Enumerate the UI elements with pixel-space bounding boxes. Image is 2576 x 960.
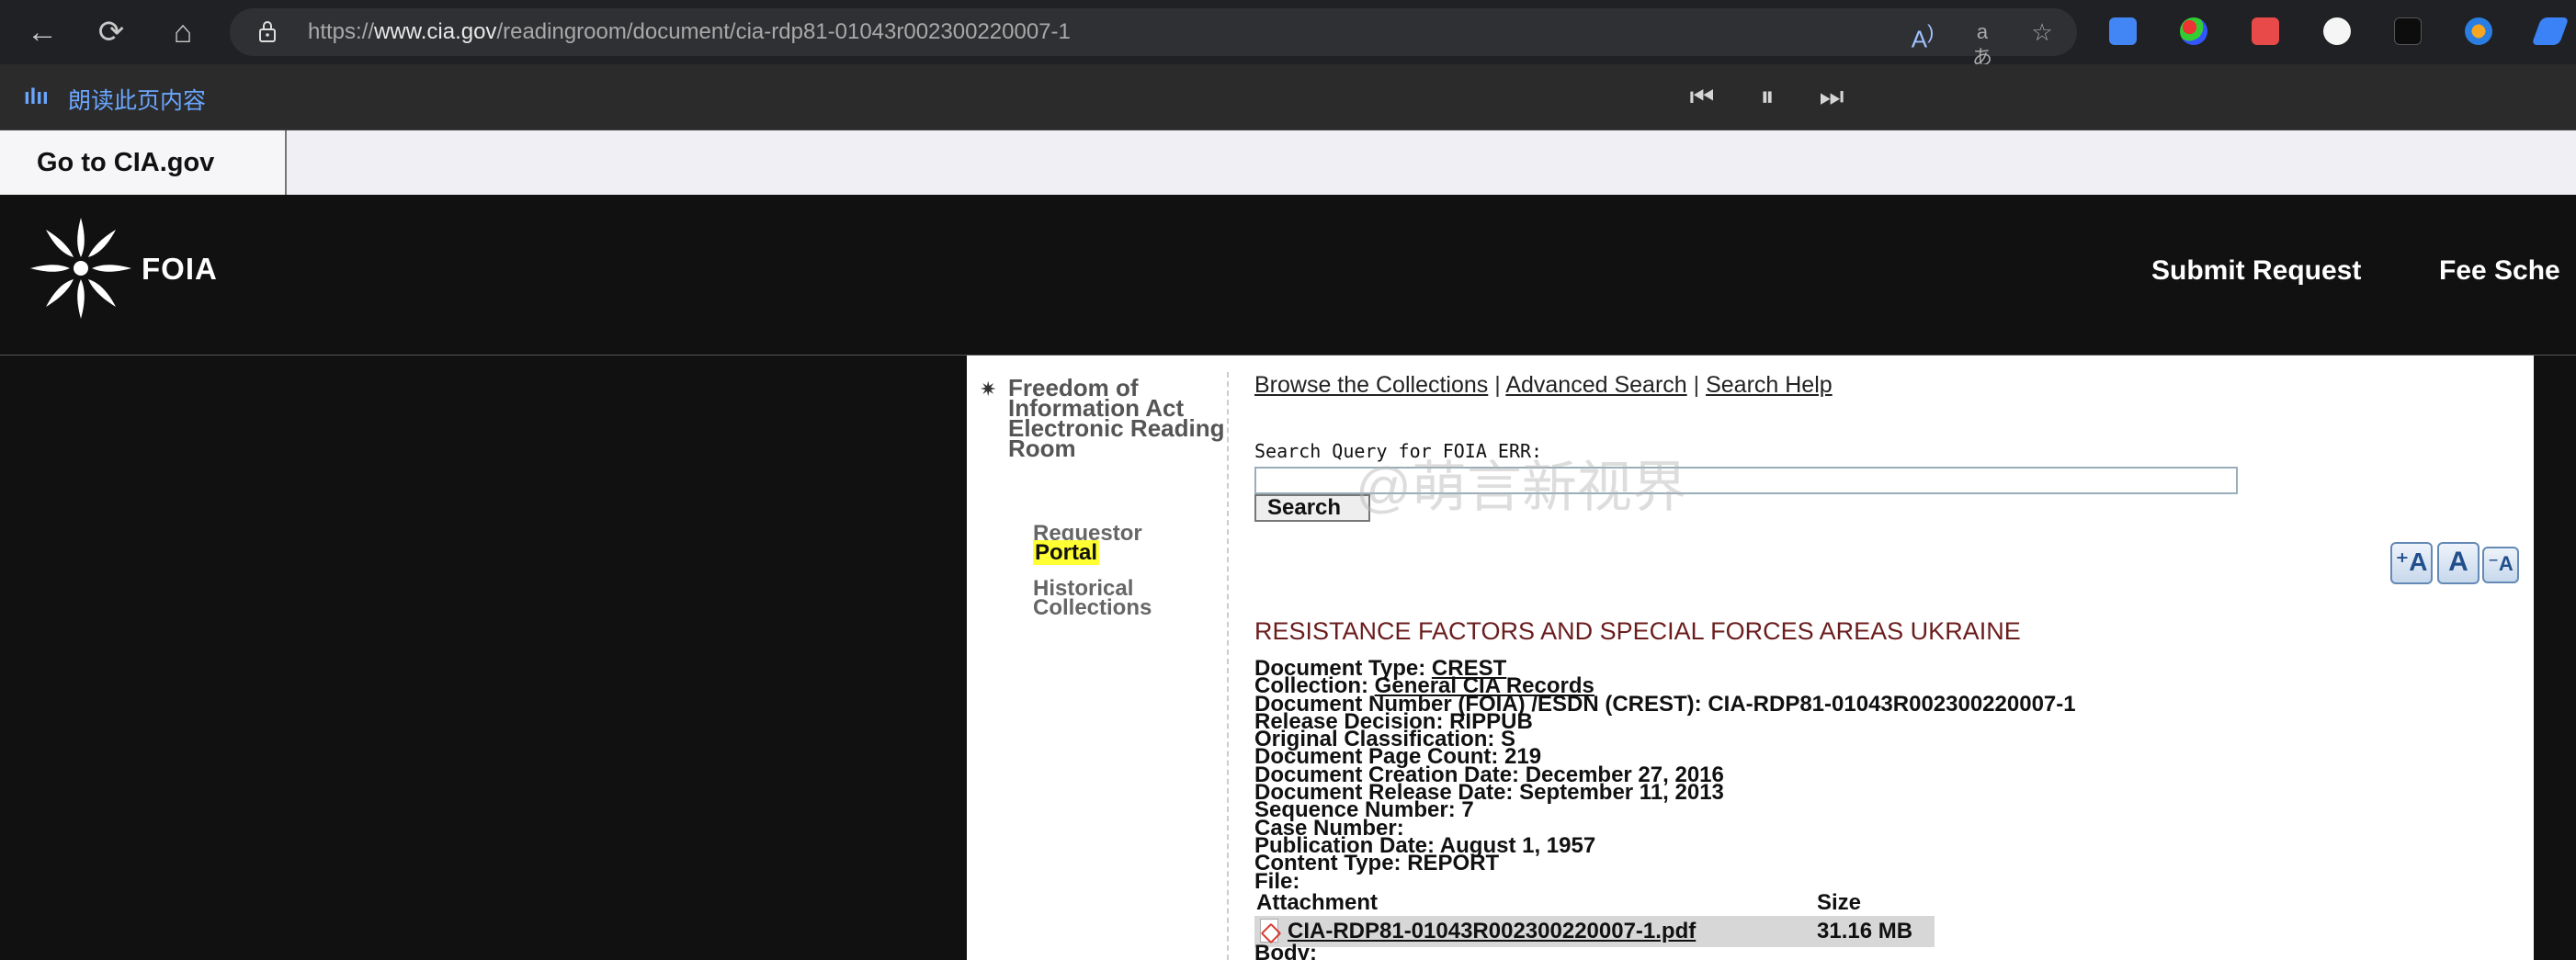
color-extension-icon[interactable] xyxy=(2180,17,2207,45)
watermark-text: @萌言新视界 xyxy=(1356,457,1687,518)
cia-starburst-logo-icon[interactable] xyxy=(26,213,136,323)
star-icon: ✷ xyxy=(980,378,997,401)
main-content: Browse the Collections | Advanced Search… xyxy=(1254,356,2532,960)
home-icon[interactable]: ⌂ xyxy=(164,13,202,51)
browser-toolbar: ← ⟳ ⌂ https://www.cia.gov/readingroom/do… xyxy=(0,0,2576,69)
document-title: RESISTANCE FACTORS AND SPECIAL FORCES AR… xyxy=(1254,617,2021,645)
normal-font-icon[interactable]: A xyxy=(2437,542,2480,584)
body-label: Body: xyxy=(1254,941,1317,960)
pause-icon[interactable]: ⏸ xyxy=(1748,81,1787,114)
reading-room-panel: ✷ Freedom of Information Act Electronic … xyxy=(967,356,2534,960)
read-aloud-toolbar-icon[interactable]: A) xyxy=(1907,19,1938,52)
portal-text: Portal xyxy=(1033,540,1100,565)
search-links: Browse the Collections | Advanced Search… xyxy=(1254,372,1833,399)
go-to-cia-link[interactable]: Go to CIA.gov xyxy=(0,130,287,195)
previous-track-icon[interactable]: ⏮ xyxy=(1683,81,1721,114)
search-help-link[interactable]: Search Help xyxy=(1706,372,1833,398)
search-button[interactable]: Search xyxy=(1254,494,1370,522)
link-separator: | xyxy=(1494,372,1501,398)
url-prefix: https:// xyxy=(308,19,375,44)
page-background: ✷ Freedom of Information Act Electronic … xyxy=(0,356,2576,960)
translate-icon[interactable]: aあ xyxy=(1967,19,1998,69)
attachment-link[interactable]: CIA-RDP81-01043R002300220007-1.pdf xyxy=(1288,919,1696,944)
google-translate-extension-icon[interactable] xyxy=(2109,17,2137,45)
cia-gov-bar: Go to CIA.gov xyxy=(0,130,2576,195)
play-extension-icon[interactable] xyxy=(2323,17,2351,45)
increase-font-icon[interactable]: ⁺A xyxy=(2390,542,2433,584)
requestor-portal-link[interactable]: Requestor Portal xyxy=(1033,523,1217,565)
historical-collections-link[interactable]: Historical Collections xyxy=(1033,578,1217,619)
browser-window: ← ⟳ ⌂ https://www.cia.gov/readingroom/do… xyxy=(0,0,2576,960)
sidebar: ✷ Freedom of Information Act Electronic … xyxy=(967,356,1230,960)
attachment-table: Attachment Size CIA-RDP81-01043R00230022… xyxy=(1254,890,1935,947)
document-metadata: Document Type: CREST Collection: General… xyxy=(1254,658,2357,893)
reload-icon[interactable]: ⟳ xyxy=(92,13,131,51)
browse-collections-link[interactable]: Browse the Collections xyxy=(1254,372,1488,398)
pdf-file-icon xyxy=(1260,919,1278,943)
read-aloud-bar: ılıı 朗读此页内容 ⏮ ⏸ ⏭ xyxy=(0,64,2576,130)
url-path: /readingroom/document/cia-rdp81-01043r00… xyxy=(496,19,1071,44)
foia-logo-text[interactable]: FOIA xyxy=(142,252,218,287)
hd-extension-icon[interactable] xyxy=(2394,17,2422,45)
sidebar-title[interactable]: Freedom of Information Act Electronic Re… xyxy=(1008,376,1229,460)
fee-schedule-link[interactable]: Fee Sche xyxy=(2439,255,2560,287)
foia-header: FOIA Submit Request Fee Sche xyxy=(0,195,2576,356)
pen-extension-icon[interactable] xyxy=(2531,17,2570,45)
next-track-icon[interactable]: ⏭ xyxy=(1812,81,1851,114)
attachment-column-header: Attachment xyxy=(1256,890,1379,915)
url-domain: www.cia.gov xyxy=(374,19,497,44)
sidebar-divider xyxy=(1227,372,1229,960)
advanced-search-link[interactable]: Advanced Search xyxy=(1505,372,1686,398)
favorite-star-icon[interactable]: ☆ xyxy=(2026,19,2058,45)
sync-extension-icon[interactable] xyxy=(2465,17,2492,45)
link-separator: | xyxy=(1693,372,1700,398)
submit-request-link[interactable]: Submit Request xyxy=(2151,255,2361,287)
read-aloud-label: 朗读此页内容 xyxy=(68,88,207,114)
sequence-number: Sequence Number: 7 xyxy=(1254,797,1474,823)
url-text: https://www.cia.gov/readingroom/document… xyxy=(308,19,1071,45)
attachment-row[interactable]: CIA-RDP81-01043R002300220007-1.pdf 31.16… xyxy=(1254,916,1935,947)
address-bar[interactable]: https://www.cia.gov/readingroom/document… xyxy=(230,8,2077,69)
red-extension-icon[interactable] xyxy=(2252,17,2279,45)
back-arrow-icon[interactable]: ← xyxy=(23,13,62,51)
size-column-header: Size xyxy=(1817,890,1862,915)
read-aloud-icon: ılıı xyxy=(24,85,49,109)
content-type: Content Type: REPORT xyxy=(1254,851,1500,876)
decrease-font-icon[interactable]: ⁻A xyxy=(2482,547,2519,583)
attachment-size: 31.16 MB xyxy=(1817,919,1913,943)
lock-icon xyxy=(259,21,276,42)
attachment-header-row: Attachment Size xyxy=(1254,890,1935,915)
